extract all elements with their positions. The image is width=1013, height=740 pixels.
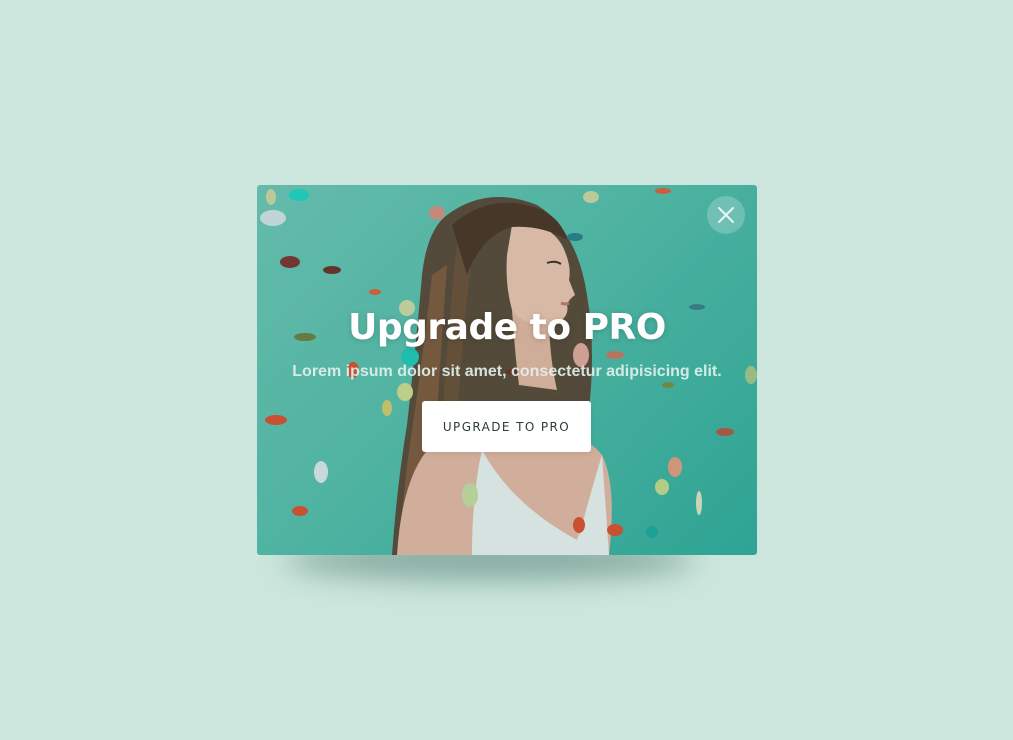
page-backdrop: Upgrade to PRO Lorem ipsum dolor sit ame… <box>0 0 1013 740</box>
close-button[interactable] <box>707 196 745 234</box>
close-icon <box>718 207 734 223</box>
upgrade-button[interactable]: UPGRADE TO PRO <box>422 401 591 452</box>
modal-title: Upgrade to PRO <box>348 307 666 348</box>
modal-subtitle: Lorem ipsum dolor sit amet, consectetur … <box>292 363 722 380</box>
upgrade-modal: Upgrade to PRO Lorem ipsum dolor sit ame… <box>257 185 757 555</box>
